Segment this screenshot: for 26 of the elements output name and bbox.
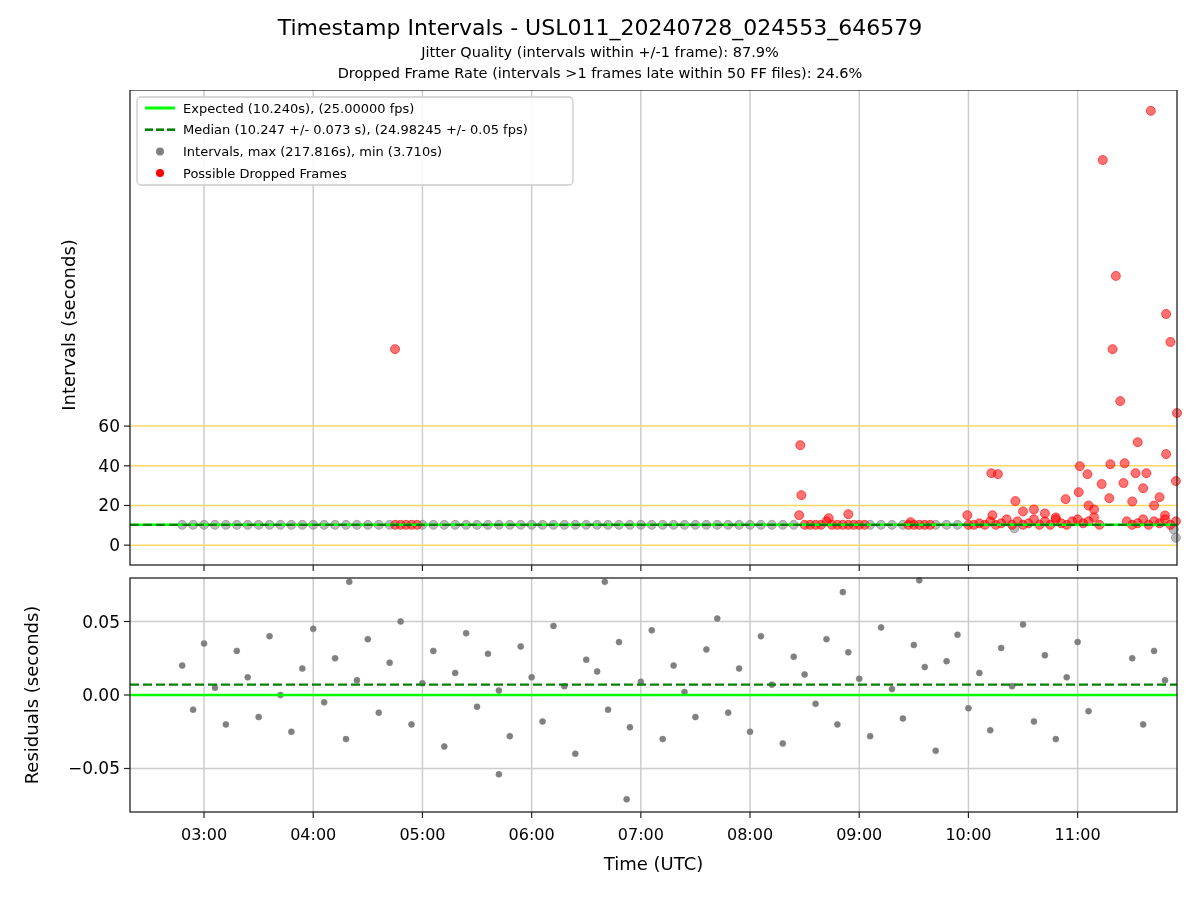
y-axis-label: Residuals (seconds) [21, 605, 42, 785]
figure-subtitle: Jitter Quality (intervals within +/-1 frame): 87.9% [421, 43, 779, 62]
x-axis-label: Time (UTC) [603, 853, 704, 874]
y-tick-label: −0.05 [67, 758, 120, 779]
y-tick-label: 60 [98, 416, 120, 437]
legend-label: Expected (10.240s), (25.00000 fps) [183, 100, 415, 116]
x-tick-label: 09:00 [836, 825, 883, 844]
y-axis-label: Intervals (seconds) [58, 239, 79, 411]
x-tick-label: 07:00 [617, 825, 664, 844]
legend-label: Intervals, max (217.816s), min (3.710s) [183, 143, 442, 159]
x-tick-label: 04:00 [290, 825, 337, 844]
y-tick-label: 0 [109, 535, 120, 556]
x-tick-label: 10:00 [945, 825, 992, 844]
figure-title: Timestamp Intervals - USL011_20240728_024553_646579 [277, 14, 923, 42]
y-tick-label: 40 [98, 455, 120, 476]
x-tick-label: 05:00 [399, 825, 446, 844]
y-tick-label: 0.05 [82, 611, 120, 632]
x-tick-label: 08:00 [727, 825, 774, 844]
legend-label: Median (10.247 +/- 0.073 s), (24.98245 +/- 0.05 fps) [183, 122, 528, 138]
figure-subtitle: Dropped Frame Rate (intervals >1 frames late within 50 FF files): 24.6% [337, 64, 863, 83]
legend-label: Possible Dropped Frames [183, 165, 347, 181]
x-tick-label: 11:00 [1054, 825, 1101, 844]
x-tick-label: 06:00 [508, 825, 555, 844]
x-tick-label: 03:00 [181, 825, 228, 844]
y-tick-label: 20 [98, 495, 120, 516]
y-tick-label: 0.00 [82, 685, 120, 705]
